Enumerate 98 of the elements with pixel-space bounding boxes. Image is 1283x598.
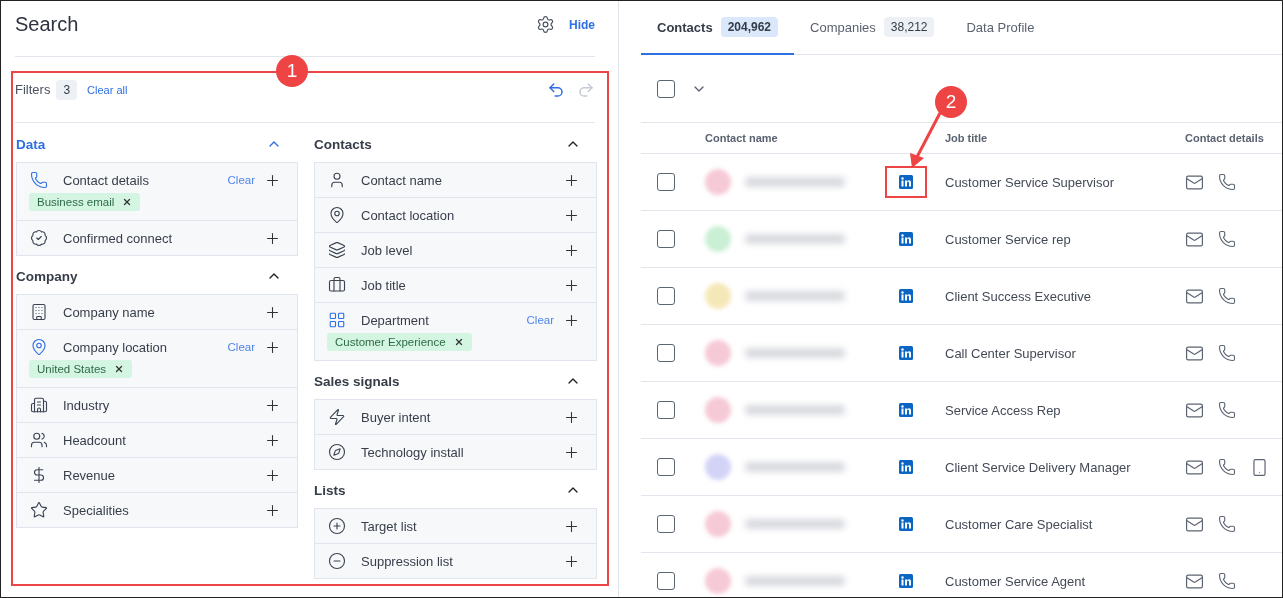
filter-item[interactable]: Company name: [17, 295, 297, 329]
callout-arrow: [910, 112, 942, 168]
undo-icon[interactable]: [547, 80, 565, 99]
filter-item[interactable]: Specialities: [17, 492, 297, 527]
filter-item[interactable]: Confirmed connect: [17, 220, 297, 255]
section-title[interactable]: Company: [16, 268, 78, 284]
phone-icon[interactable]: [1218, 572, 1236, 590]
social-profile-icon[interactable]: [899, 346, 913, 360]
phone-icon[interactable]: [1218, 515, 1236, 533]
social-profile-icon[interactable]: [899, 517, 913, 531]
hide-link[interactable]: Hide: [569, 17, 595, 32]
person-icon: [328, 171, 346, 189]
filter-item[interactable]: Revenue: [17, 457, 297, 492]
social-profile-icon[interactable]: [899, 574, 913, 588]
column-header: Contact name: [695, 123, 885, 154]
star-icon: [30, 501, 48, 519]
column-header: Job title: [930, 123, 1170, 154]
social-profile-icon[interactable]: [899, 175, 913, 189]
row-checkbox[interactable]: [657, 230, 675, 248]
phone-icon[interactable]: [1218, 344, 1236, 362]
building-icon: [30, 303, 48, 321]
job-title-cell-text: Customer Service rep: [944, 231, 1071, 247]
compass-icon: [328, 443, 346, 461]
clear-link[interactable]: Clear: [526, 314, 554, 326]
filter-count: 3: [56, 79, 78, 100]
mobile-phone-icon[interactable]: [1250, 457, 1269, 477]
panel-title: Search: [15, 13, 80, 36]
remove-icon[interactable]: [114, 364, 125, 374]
remove-icon[interactable]: [122, 197, 133, 207]
section-title[interactable]: Lists: [314, 482, 346, 498]
grid-icon: [328, 311, 346, 329]
minus-circle-icon: [328, 552, 346, 570]
filter-item[interactable]: Industry: [17, 387, 297, 422]
filter-item[interactable]: Company location Clear United States: [17, 329, 297, 387]
filter-item[interactable]: Department Clear Customer Experience: [315, 302, 596, 360]
social-profile-icon[interactable]: [899, 460, 913, 474]
lightning-icon: [328, 408, 346, 426]
filter-item[interactable]: Contact name: [315, 163, 596, 197]
phone-icon[interactable]: [1218, 173, 1236, 191]
clear-link[interactable]: Clear: [227, 341, 255, 353]
tab[interactable]: Data Profile: [950, 1, 1051, 55]
phone-icon[interactable]: [1218, 230, 1236, 248]
briefcase-icon: [328, 276, 346, 294]
row-checkbox[interactable]: [657, 173, 675, 191]
map-pin-icon: [30, 338, 48, 356]
social-profile-icon[interactable]: [899, 232, 913, 246]
filter-item[interactable]: Buyer intent: [315, 400, 596, 434]
filter-chip[interactable]: Business email: [29, 193, 141, 211]
row-checkbox[interactable]: [657, 344, 675, 362]
row-checkbox[interactable]: [657, 458, 675, 476]
phone-icon[interactable]: [1218, 287, 1236, 305]
buildings-icon: [30, 396, 48, 414]
job-title-cell-text: Client Service Delivery Manager: [944, 459, 1131, 475]
job-title-cell-text: Customer Care Specialist: [944, 516, 1093, 532]
job-title-cell-text: Call Center Supervisor: [944, 345, 1076, 361]
phone-icon[interactable]: [1218, 401, 1236, 419]
job-title-cell-text: Customer Service Supervisor: [944, 174, 1115, 190]
layers-icon: [328, 241, 346, 259]
highlight-frame: [885, 166, 927, 198]
section-title[interactable]: Data: [16, 136, 46, 152]
job-title-cell-text: Customer Service Agent: [944, 573, 1086, 589]
settings-icon[interactable]: [536, 15, 555, 34]
remove-icon[interactable]: [453, 337, 464, 347]
filter-item[interactable]: Suppression list: [315, 543, 596, 578]
column-header: Contact details: [1170, 123, 1282, 154]
tab[interactable]: Companies 38,212: [794, 1, 951, 55]
filters-label: Filters: [15, 82, 51, 97]
badge-check-icon: [30, 229, 48, 247]
filter-chip[interactable]: United States: [29, 360, 133, 378]
map-pin-icon: [328, 206, 346, 224]
callout-badge: 1: [276, 55, 308, 87]
section-title[interactable]: Sales signals: [314, 373, 400, 389]
select-all-checkbox[interactable]: [657, 79, 675, 98]
job-title-cell-text: Service Access Rep: [944, 402, 1061, 418]
job-title-cell-text: Client Success Executive: [944, 288, 1091, 304]
phone-icon[interactable]: [1218, 458, 1236, 476]
row-checkbox[interactable]: [657, 287, 675, 305]
filter-item[interactable]: Job level: [315, 232, 596, 267]
phone-icon: [30, 171, 48, 189]
filter-item[interactable]: Headcount: [17, 422, 297, 457]
social-profile-icon[interactable]: [899, 403, 913, 417]
tab[interactable]: Contacts 204,962: [641, 1, 794, 55]
clear-all-link[interactable]: Clear all: [87, 83, 128, 96]
filter-item[interactable]: Contact details Clear Business email: [17, 163, 297, 220]
filter-item[interactable]: Job title: [315, 267, 596, 302]
row-checkbox[interactable]: [657, 401, 675, 419]
filter-item[interactable]: Contact location: [315, 197, 596, 232]
callout-badge: 2: [935, 86, 967, 118]
clear-link[interactable]: Clear: [227, 174, 255, 186]
plus-circle-icon: [328, 517, 346, 535]
row-checkbox[interactable]: [657, 515, 675, 533]
filter-item[interactable]: Technology install: [315, 434, 596, 469]
social-profile-icon[interactable]: [899, 289, 913, 303]
row-checkbox[interactable]: [657, 572, 675, 590]
filter-chip[interactable]: Customer Experience: [327, 333, 472, 351]
filter-item[interactable]: Target list: [315, 509, 596, 543]
people-icon: [30, 431, 48, 449]
section-title[interactable]: Contacts: [314, 136, 372, 152]
